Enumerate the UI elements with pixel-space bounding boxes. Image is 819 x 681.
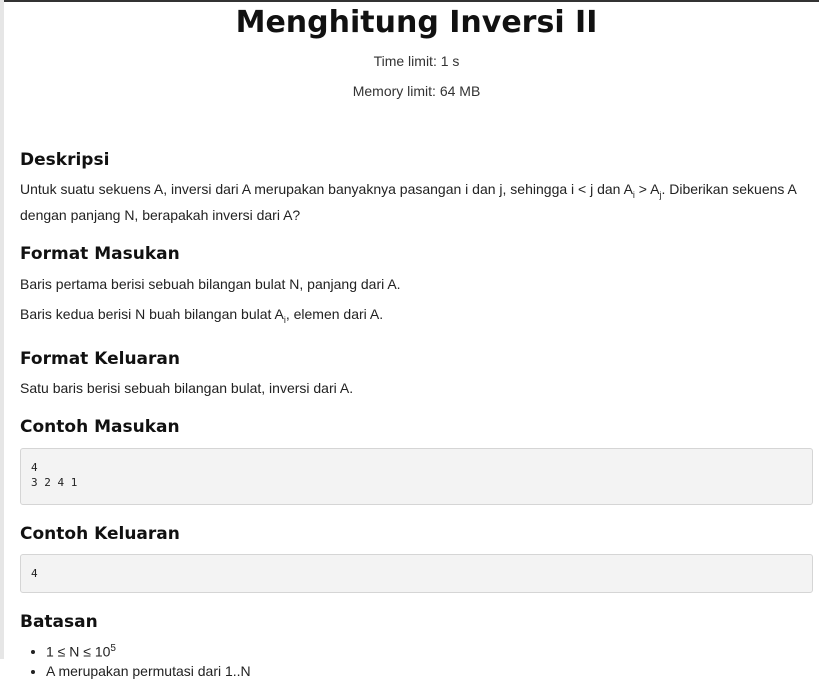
- sample-input-block[interactable]: 4 3 2 4 1: [20, 447, 813, 505]
- batasan-item-2: A merupakan permutasi dari 1..N: [46, 661, 813, 681]
- format-masukan-line1: Baris pertama berisi sebuah bilangan bul…: [20, 275, 401, 292]
- section-heading-format-masukan: Format Masukan: [20, 243, 180, 264]
- batasan-item-1: 1 ≤ N ≤ 105: [46, 639, 813, 662]
- section-heading-contoh-keluaran: Contoh Keluaran: [20, 523, 180, 544]
- sample-output-block[interactable]: 4: [20, 553, 813, 593]
- section-heading-batasan: Batasan: [20, 611, 98, 632]
- memory-limit: Memory limit: 64 MB: [352, 83, 481, 99]
- problem-statement: Menghitung Inversi II Time limit: 1 s Me…: [20, 0, 813, 681]
- section-heading-contoh-masukan: Contoh Masukan: [20, 416, 180, 437]
- deskripsi-text: Untuk suatu sekuens A, inversi dari A me…: [20, 181, 797, 223]
- batasan-list: 1 ≤ N ≤ 105 A merupakan permutasi dari 1…: [20, 639, 813, 681]
- section-heading-deskripsi: Deskripsi: [20, 150, 110, 170]
- section-heading-format-keluaran: Format Keluaran: [20, 348, 180, 369]
- time-limit: Time limit: 1 s: [373, 53, 460, 69]
- page-title: Menghitung Inversi II: [235, 5, 598, 40]
- format-masukan-line2: Baris kedua berisi N buah bilangan bulat…: [20, 305, 384, 325]
- format-keluaran-line1: Satu baris berisi sebuah bilangan bulat,…: [20, 379, 354, 396]
- left-scroll-edge: [0, 0, 4, 659]
